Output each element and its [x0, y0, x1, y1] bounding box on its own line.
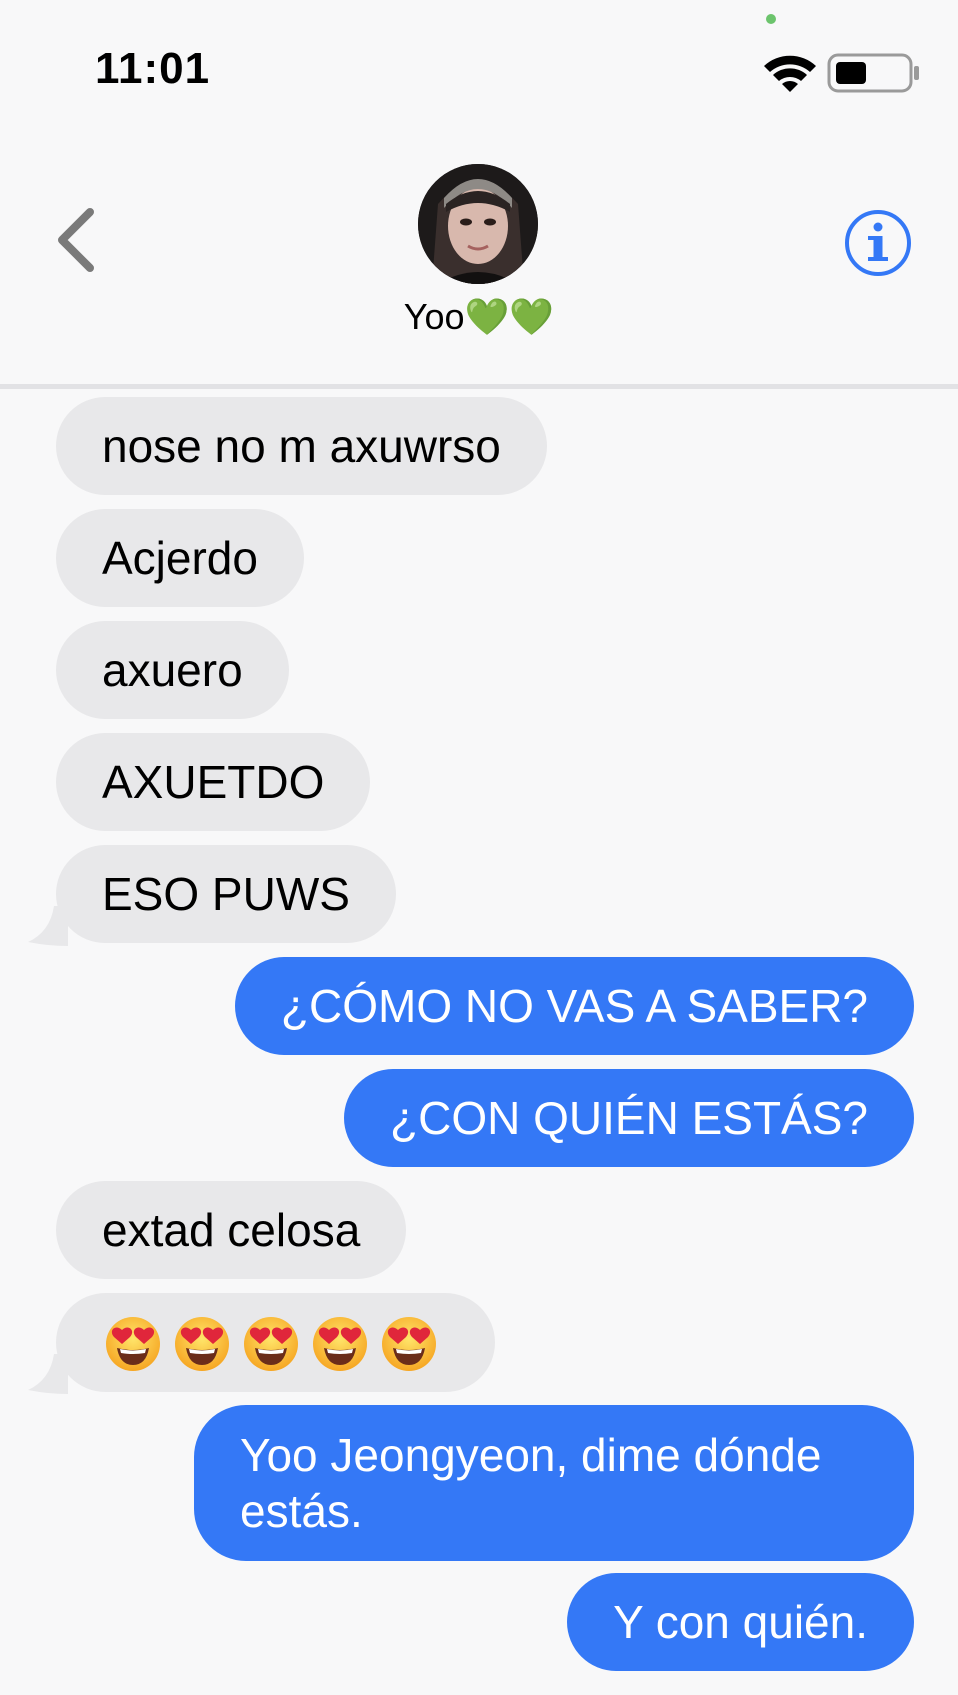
heart-eyes-emoji-icon	[244, 1316, 298, 1371]
message-bubble-incoming[interactable]: axuero	[56, 621, 289, 719]
emoji-row	[104, 1314, 449, 1371]
heart-eyes-emoji-icon	[313, 1316, 367, 1371]
back-chevron-icon[interactable]	[52, 204, 102, 276]
message-bubble-outgoing[interactable]: Yoo Jeongyeon, dime dónde estás.	[194, 1405, 914, 1561]
conversation-header: Yoo💚💚	[0, 120, 958, 389]
message-bubble-incoming[interactable]: Acjerdo	[56, 509, 304, 607]
contact-avatar[interactable]	[418, 164, 538, 284]
message-bubble-incoming[interactable]: nose no m axuwrso	[56, 397, 547, 495]
message-bubble-incoming-emoji[interactable]	[56, 1293, 495, 1392]
message-text: ESO PUWS	[102, 868, 350, 920]
message-text: extad celosa	[102, 1204, 361, 1256]
message-bubble-outgoing[interactable]: ¿CÓMO NO VAS A SABER?	[234, 957, 914, 1055]
message-text: axuero	[102, 644, 243, 696]
message-text: Y con quién.	[613, 1596, 868, 1648]
message-text: nose no m axuwrso	[102, 420, 501, 472]
message-bubble-incoming[interactable]: ESO PUWS	[56, 845, 396, 943]
heart-eyes-emoji-icon	[106, 1316, 160, 1371]
wifi-icon	[764, 55, 816, 92]
status-time: 11:01	[95, 44, 211, 93]
message-text: Acjerdo	[102, 532, 258, 584]
message-thread: nose no m axuwrso Acjerdo axuero AXUETDO…	[0, 392, 958, 1695]
message-bubble-incoming[interactable]: AXUETDO	[56, 733, 371, 831]
message-text: ¿CÓMO NO VAS A SABER?	[280, 980, 868, 1032]
camera-indicator-dot	[766, 14, 776, 24]
avatar-photo	[418, 164, 538, 284]
message-text: AXUETDO	[102, 756, 325, 808]
info-circle-icon[interactable]	[843, 208, 913, 278]
message-text: Yoo Jeongyeon, dime dónde estás.	[240, 1429, 822, 1537]
message-bubble-incoming[interactable]: extad celosa	[56, 1181, 407, 1279]
message-text: ¿CON QUIÉN ESTÁS?	[390, 1092, 868, 1144]
message-bubble-outgoing[interactable]: Y con quién.	[567, 1573, 914, 1671]
status-bar: 11:01	[0, 0, 958, 120]
heart-eyes-emoji-icon	[175, 1316, 229, 1371]
message-bubble-outgoing[interactable]: ¿CON QUIÉN ESTÁS?	[344, 1069, 914, 1167]
battery-icon	[827, 53, 919, 93]
heart-eyes-emoji-icon	[382, 1316, 436, 1371]
contact-name[interactable]: Yoo💚💚	[0, 296, 958, 338]
